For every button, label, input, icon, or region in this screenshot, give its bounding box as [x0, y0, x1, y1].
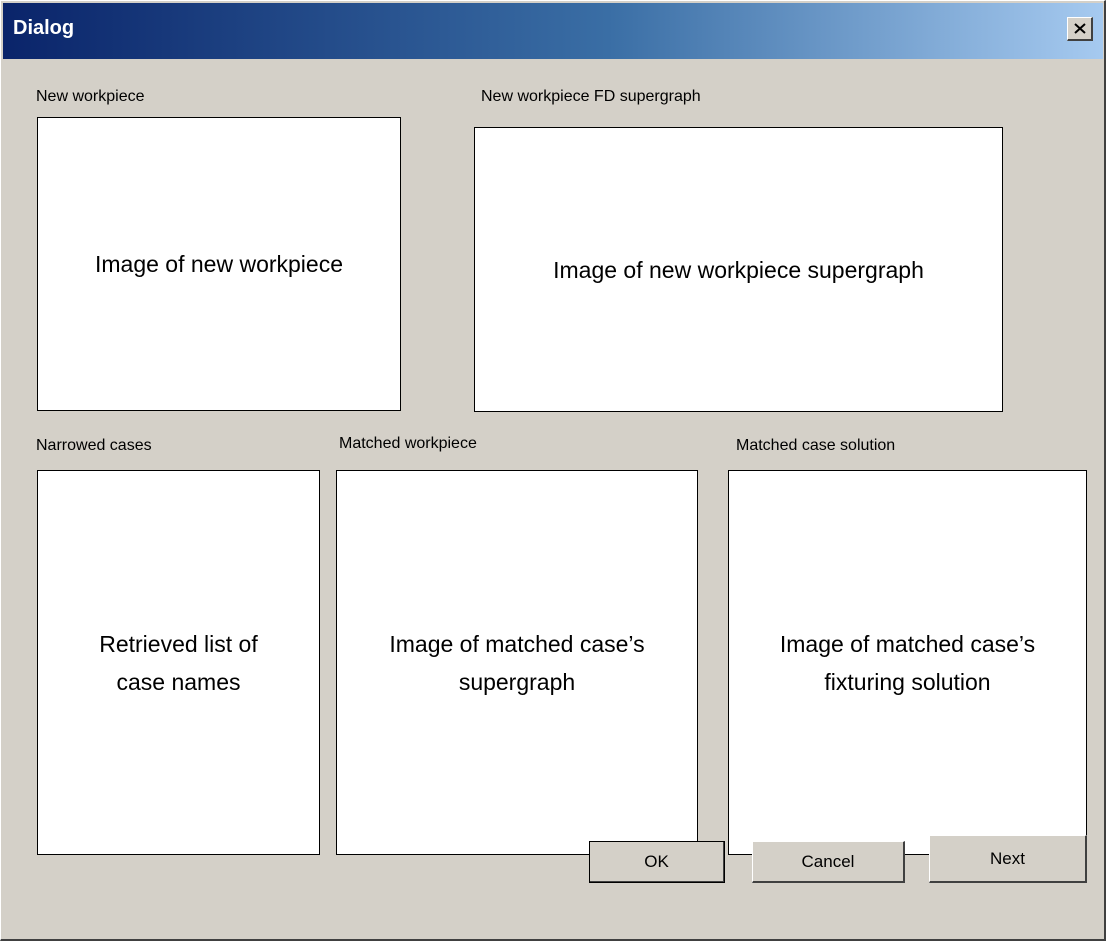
close-icon — [1073, 23, 1086, 34]
matched-workpiece-text-line1: Image of matched case’s — [389, 630, 645, 657]
matched-solution-image-panel: Image of matched case’s fixturing soluti… — [728, 470, 1087, 855]
matched-workpiece-label: Matched workpiece — [339, 435, 477, 452]
matched-solution-text: Image of matched case’s fixturing soluti… — [780, 625, 1035, 701]
narrowed-cases-label: Narrowed cases — [36, 437, 152, 454]
next-button[interactable]: Next — [929, 835, 1087, 883]
close-button[interactable] — [1067, 17, 1093, 41]
cancel-button[interactable]: Cancel — [752, 841, 905, 883]
new-workpiece-text-line1: Image of new workpiece — [94, 251, 343, 277]
ok-button[interactable]: OK — [589, 841, 725, 883]
narrowed-cases-text: Retrieved list of case names — [99, 625, 258, 701]
matched-solution-label: Matched case solution — [736, 437, 896, 454]
window-title: Dialog — [13, 17, 75, 39]
matched-workpiece-image-panel: Image of matched case’s supergraph — [336, 470, 698, 855]
new-workpiece-label: New workpiece — [36, 88, 145, 105]
new-workpiece-image-text: Image of new workpiece — [95, 245, 343, 283]
narrowed-cases-text-line1: Retrieved list of — [99, 630, 258, 657]
new-workpiece-fd-label: New workpiece FD supergraph — [481, 88, 701, 105]
narrowed-cases-list[interactable]: Retrieved list of case names — [37, 470, 320, 855]
new-workpiece-image-panel: Image of new workpiece — [37, 117, 401, 411]
matched-workpiece-text-line2: supergraph — [458, 668, 576, 695]
narrowed-cases-text-line2: case names — [116, 668, 241, 695]
new-workpiece-fd-text-line1: Image of new workpiece supergraph — [553, 256, 924, 283]
dialog-client-area: New workpiece Image of new workpiece New… — [4, 60, 1104, 938]
title-bar[interactable]: Dialog — [3, 3, 1103, 59]
matched-solution-text-line1: Image of matched case’s — [779, 630, 1036, 657]
matched-workpiece-text: Image of matched case’s supergraph — [389, 625, 644, 701]
dialog-window: Dialog New workpiece Image of new workpi… — [0, 0, 1106, 941]
new-workpiece-supergraph-text: Image of new workpiece supergraph — [553, 251, 924, 289]
matched-solution-text-line2: fixturing solution — [824, 668, 991, 695]
new-workpiece-supergraph-panel: Image of new workpiece supergraph — [474, 127, 1003, 412]
